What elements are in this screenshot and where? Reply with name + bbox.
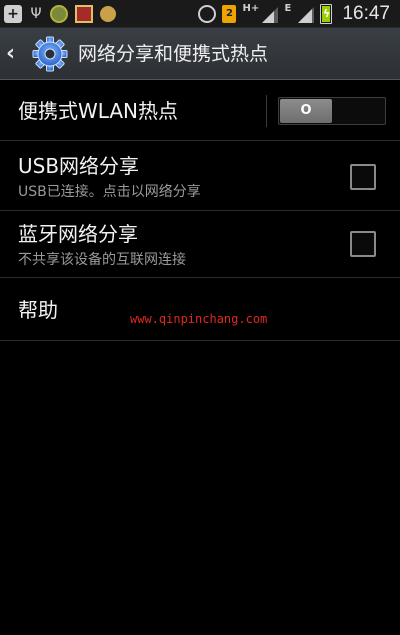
hotspot-row[interactable]: 便携式WLAN热点 O bbox=[0, 81, 400, 141]
status-bar-notifications: + Ψ bbox=[4, 4, 116, 24]
battery-charging-icon: ϟ bbox=[320, 4, 333, 24]
add-icon: + bbox=[4, 5, 22, 23]
status-bar: + Ψ 2 H+ E ϟ 16:47 bbox=[0, 0, 400, 28]
status-time: 16:47 bbox=[342, 3, 390, 24]
watermark: www.qinpinchang.com bbox=[130, 312, 268, 326]
divider bbox=[266, 95, 267, 127]
hotspot-toggle[interactable]: O bbox=[278, 97, 386, 125]
usb-tethering-summary: USB已连接。点击以网络分享 bbox=[18, 184, 201, 200]
usb-tethering-label: USB网络分享 bbox=[18, 154, 140, 178]
usb-tethering-row[interactable]: USB网络分享 USB已连接。点击以网络分享 bbox=[0, 142, 400, 211]
network-e-icon: E bbox=[284, 3, 292, 14]
bluetooth-tethering-summary: 不共享该设备的互联网连接 bbox=[18, 252, 186, 268]
app-notification-icon bbox=[50, 5, 68, 23]
back-icon[interactable]: ‹ bbox=[6, 42, 22, 66]
usb-icon: Ψ bbox=[30, 6, 42, 22]
bluetooth-tethering-row[interactable]: 蓝牙网络分享 不共享该设备的互联网连接 bbox=[0, 212, 400, 278]
status-bar-system: 2 H+ E ϟ 16:47 bbox=[198, 2, 390, 26]
action-bar: ‹ 网络分享和便携式热点 bbox=[0, 28, 400, 80]
bluetooth-tethering-checkbox[interactable] bbox=[350, 231, 376, 257]
toggle-knob[interactable]: O bbox=[280, 99, 332, 123]
signal-icon bbox=[298, 7, 315, 23]
page-title: 网络分享和便携式热点 bbox=[78, 43, 269, 65]
help-row[interactable]: 帮助 bbox=[0, 279, 400, 341]
alarm-icon bbox=[198, 5, 217, 23]
bluetooth-tethering-label: 蓝牙网络分享 bbox=[18, 222, 138, 246]
gear-icon[interactable] bbox=[32, 36, 68, 72]
usb-tethering-checkbox[interactable] bbox=[350, 164, 376, 190]
sim-icon: 2 bbox=[222, 5, 237, 23]
hotspot-label: 便携式WLAN热点 bbox=[18, 99, 179, 123]
network-hplus-icon: H+ bbox=[242, 3, 260, 14]
help-label: 帮助 bbox=[18, 298, 58, 322]
app-notification-icon bbox=[100, 6, 116, 22]
signal-icon bbox=[262, 7, 279, 23]
app-notification-icon bbox=[75, 5, 93, 23]
